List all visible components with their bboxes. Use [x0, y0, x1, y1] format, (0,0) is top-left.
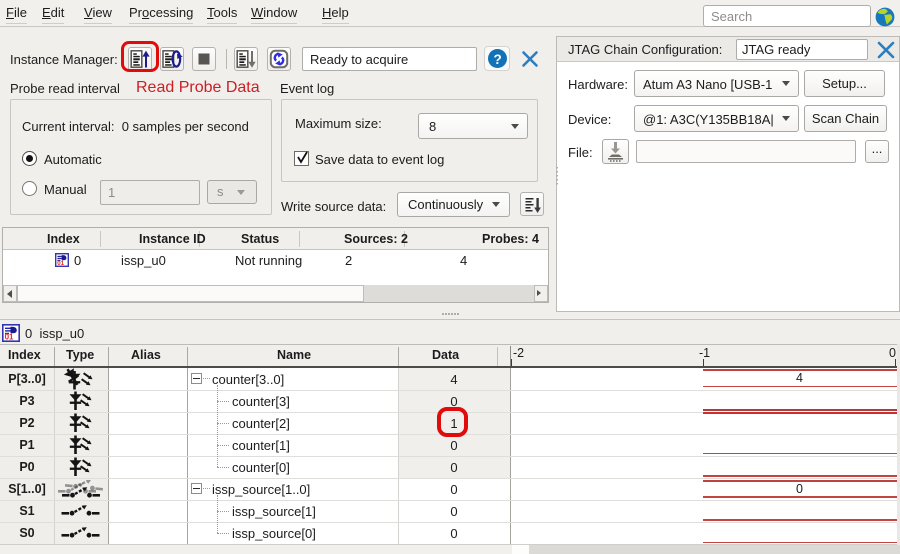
svg-text:01: 01: [57, 260, 64, 267]
svg-text:01: 01: [5, 332, 14, 341]
